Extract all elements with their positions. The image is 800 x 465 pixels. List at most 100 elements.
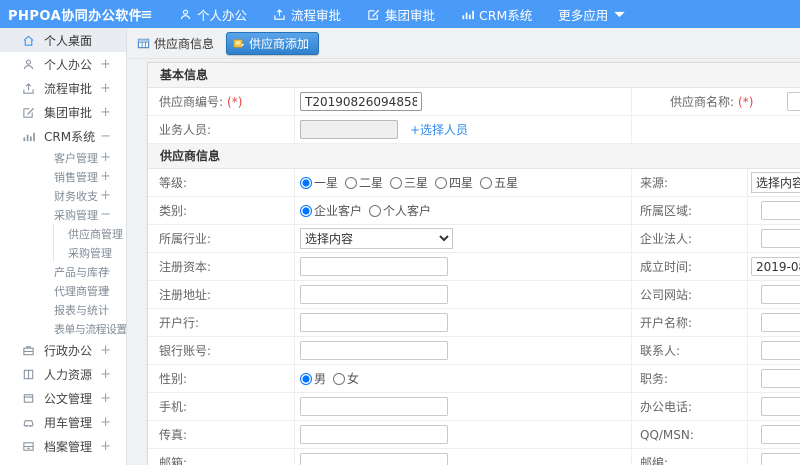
expand-toggle-icon[interactable]: − <box>100 129 111 144</box>
top-nav-item-2[interactable]: 集团审批 <box>367 5 435 24</box>
field-label-cell: 成立时间: <box>632 253 748 280</box>
sidebar-item-4[interactable]: CRM系统 − <box>0 124 126 148</box>
sidebar-item-15[interactable]: 行政办公 + <box>0 338 126 362</box>
expand-toggle-icon[interactable]: − <box>100 207 111 222</box>
radio-input[interactable] <box>369 204 382 217</box>
text-input[interactable] <box>751 257 800 276</box>
expand-toggle-icon[interactable]: + <box>100 415 111 430</box>
radio-input[interactable] <box>390 176 403 189</box>
select-person-link[interactable]: +选择人员 <box>410 121 468 138</box>
radio-input[interactable] <box>300 176 312 189</box>
expand-toggle-icon[interactable]: + <box>100 188 111 203</box>
field-label-cell: 传真: <box>148 421 295 448</box>
sidebar-item-0[interactable]: 个人桌面 <box>0 28 126 52</box>
expand-toggle-icon[interactable]: + <box>100 105 111 120</box>
sidebar-item-16[interactable]: 人力资源 + <box>0 362 126 386</box>
text-input[interactable] <box>300 257 448 276</box>
sidebar-item-2[interactable]: 流程审批 + <box>0 76 126 100</box>
text-input[interactable] <box>300 285 448 304</box>
field-input-cell <box>748 116 800 143</box>
radio-label: 个人客户 <box>383 204 432 218</box>
text-input[interactable] <box>300 341 448 360</box>
expand-toggle-icon[interactable]: + <box>100 283 111 298</box>
radio-input[interactable] <box>333 372 346 385</box>
sidebar-item-6[interactable]: 销售管理 + <box>0 167 126 186</box>
text-input[interactable] <box>300 397 448 416</box>
field-label: 开户行: <box>159 316 200 330</box>
expand-toggle-icon[interactable]: + <box>100 439 111 454</box>
text-input[interactable] <box>761 453 800 465</box>
top-nav-item-1[interactable]: 流程审批 <box>273 5 341 24</box>
sidebar-item-7[interactable]: 财务收支 + <box>0 186 126 205</box>
text-input[interactable] <box>761 229 800 248</box>
expand-toggle-icon[interactable]: + <box>100 264 111 279</box>
text-input[interactable] <box>761 313 800 332</box>
sidebar-item-label: 个人办公 <box>44 57 93 72</box>
radio-option[interactable]: 个人客户 <box>369 202 431 219</box>
sidebar-item-13[interactable]: 报表与统计 <box>0 300 126 319</box>
sidebar-item-9[interactable]: 供应商管理 <box>0 224 126 243</box>
radio-option[interactable]: 四星 <box>435 174 473 191</box>
text-input[interactable] <box>761 341 800 360</box>
expand-toggle-icon[interactable]: + <box>100 57 111 72</box>
text-input[interactable] <box>761 425 800 444</box>
field-label-cell: 开户行: <box>148 309 295 336</box>
field-label: 邮编: <box>640 456 669 465</box>
expand-toggle-icon[interactable]: + <box>100 343 111 358</box>
sidebar-item-14[interactable]: 表单与流程设置+ <box>0 319 126 338</box>
field-label: 来源: <box>640 176 669 190</box>
sidebar-item-17[interactable]: 公文管理 + <box>0 386 126 410</box>
text-input[interactable] <box>787 92 800 111</box>
radio-option[interactable]: 一星 <box>300 174 338 191</box>
field-label-cell: 业务人员: <box>148 116 295 143</box>
radio-option[interactable]: 男 <box>300 370 326 387</box>
top-nav-item-4[interactable]: 更多应用 <box>558 5 626 24</box>
select-input[interactable]: 选择内容 <box>751 172 800 193</box>
top-nav-item-3[interactable]: CRM系统 <box>461 5 532 24</box>
sidebar-item-3[interactable]: 集团审批 + <box>0 100 126 124</box>
tab-0[interactable]: 供应商信息 <box>137 35 214 52</box>
radio-input[interactable] <box>480 176 493 189</box>
expand-toggle-icon[interactable]: + <box>100 169 111 184</box>
text-input[interactable] <box>300 92 422 111</box>
radio-input[interactable] <box>435 176 448 189</box>
radio-input[interactable] <box>300 204 312 217</box>
radio-option[interactable]: 五星 <box>480 174 518 191</box>
field-input-cell <box>295 393 632 420</box>
radio-option[interactable]: 三星 <box>390 174 428 191</box>
radio-option[interactable]: 女 <box>333 370 359 387</box>
tab-1[interactable]: 供应商添加 <box>226 31 320 55</box>
text-input[interactable] <box>300 313 448 332</box>
text-input[interactable] <box>761 369 800 388</box>
sidebar-item-1[interactable]: 个人办公 + <box>0 52 126 76</box>
expand-toggle-icon[interactable]: + <box>100 391 111 406</box>
sidebar-item-10[interactable]: 采购管理 <box>0 243 126 262</box>
expand-toggle-icon[interactable]: + <box>100 81 111 96</box>
select-input[interactable]: 选择内容 <box>300 228 453 249</box>
sidebar-item-11[interactable]: 产品与库存 + <box>0 262 126 281</box>
sidebar-item-12[interactable]: 代理商管理 + <box>0 281 126 300</box>
top-nav-item-0[interactable]: 个人办公 <box>179 5 247 24</box>
expand-toggle-icon[interactable]: + <box>100 367 111 382</box>
radio-input[interactable] <box>300 372 312 385</box>
staff-input[interactable] <box>300 120 398 139</box>
sidebar-item-19[interactable]: 档案管理 + <box>0 434 126 458</box>
field-input-cell: 选择内容 <box>295 225 632 252</box>
car-icon <box>22 416 35 429</box>
text-input[interactable] <box>300 453 448 465</box>
text-input[interactable] <box>761 201 800 220</box>
sidebar-item-18[interactable]: 用车管理 + <box>0 410 126 434</box>
expand-toggle-icon[interactable]: + <box>100 150 111 165</box>
radio-input[interactable] <box>345 176 358 189</box>
sidebar-item-8[interactable]: 采购管理 − <box>0 205 126 224</box>
text-input[interactable] <box>761 285 800 304</box>
page-add-icon <box>232 37 245 50</box>
sidebar-item-5[interactable]: 客户管理 + <box>0 148 126 167</box>
menu-icon[interactable] <box>140 8 153 21</box>
sidebar: 个人桌面 个人办公 + 流程审批 + 集团审批 + CRM系统 − 客户管理 + 销售管理 + 财务收支 +… <box>0 28 127 465</box>
radio-option[interactable]: 二星 <box>345 174 383 191</box>
radio-option[interactable]: 企业客户 <box>300 202 362 219</box>
text-input[interactable] <box>300 425 448 444</box>
text-input[interactable] <box>761 397 800 416</box>
section-title: 基本信息 <box>148 63 800 88</box>
